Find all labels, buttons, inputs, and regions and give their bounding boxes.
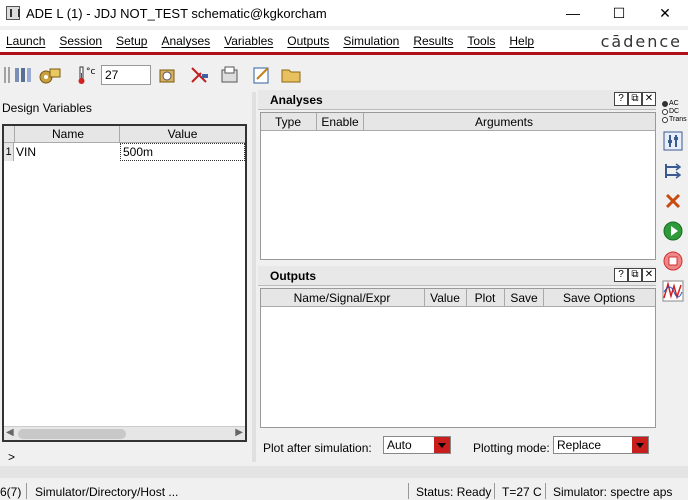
outputs-float-icon[interactable]: ⧉ bbox=[628, 268, 642, 282]
plot-after-simulation-select[interactable]: Auto bbox=[383, 436, 451, 454]
scroll-thumb[interactable] bbox=[18, 429, 126, 439]
edit-icon[interactable] bbox=[250, 64, 274, 86]
temperature-icon: °c bbox=[76, 64, 100, 86]
stop-simulation-icon[interactable] bbox=[662, 250, 684, 272]
plot-outputs-icon[interactable] bbox=[662, 280, 684, 302]
column-header-name[interactable]: Name bbox=[16, 127, 120, 141]
status-state: Status: Ready bbox=[416, 485, 492, 499]
radio-ac[interactable]: AC bbox=[662, 100, 679, 107]
column-header-save[interactable]: Save bbox=[505, 291, 543, 305]
status-path: Simulator/Directory/Host ... bbox=[35, 485, 179, 499]
app-icon bbox=[6, 6, 20, 20]
close-button[interactable]: ✕ bbox=[642, 0, 688, 26]
session-icon[interactable] bbox=[12, 64, 36, 86]
probe-icon[interactable] bbox=[188, 64, 212, 86]
plotting-mode-value: Replace bbox=[557, 438, 602, 452]
analyses-help-icon[interactable]: ? bbox=[614, 92, 628, 106]
analyses-float-icon[interactable]: ⧉ bbox=[628, 92, 642, 106]
menu-bar: Launch Session Setup Analyses Variables … bbox=[0, 30, 688, 52]
netlist-icon[interactable] bbox=[662, 160, 684, 182]
chevron-down-icon[interactable] bbox=[632, 437, 648, 453]
run-simulation-icon[interactable] bbox=[662, 220, 684, 242]
analyses-title: Analyses bbox=[270, 93, 323, 107]
open-folder-icon[interactable] bbox=[280, 64, 304, 86]
maximize-button[interactable]: ☐ bbox=[596, 0, 642, 26]
menu-setup[interactable]: Setup bbox=[116, 34, 147, 48]
plot-options-bar: Plot after simulation: Auto Plotting mod… bbox=[258, 432, 656, 462]
temp-unit-label: °c bbox=[86, 67, 96, 77]
menu-variables[interactable]: Variables bbox=[224, 34, 273, 48]
menu-simulation[interactable]: Simulation bbox=[343, 34, 399, 48]
analyses-table-header: Type Enable Arguments bbox=[261, 113, 655, 131]
column-header-save-options[interactable]: Save Options bbox=[544, 291, 654, 305]
panel-splitter[interactable] bbox=[252, 92, 256, 462]
plot-after-simulation-label: Plot after simulation: bbox=[263, 441, 372, 455]
grip-icon bbox=[2, 64, 12, 86]
cadence-logo: cādence bbox=[600, 32, 682, 51]
variable-name[interactable]: VIN bbox=[16, 145, 36, 159]
save-icon[interactable] bbox=[218, 64, 242, 86]
plotting-mode-select[interactable]: Replace bbox=[553, 436, 649, 454]
outputs-title: Outputs bbox=[270, 269, 316, 283]
load-state-icon[interactable] bbox=[38, 64, 62, 86]
design-variables-table[interactable]: Name Value 1 VIN 500m ◀ ▶ bbox=[2, 124, 247, 442]
radio-dc[interactable]: DC bbox=[662, 108, 679, 115]
analyses-panel-header: Analyses ? ⧉ ✕ bbox=[258, 90, 656, 110]
variable-value[interactable]: 500m bbox=[120, 143, 245, 161]
simulation-toolbar: AC DC Trans bbox=[658, 94, 688, 310]
scroll-left-icon[interactable]: ◀ bbox=[6, 427, 14, 438]
menu-results[interactable]: Results bbox=[413, 34, 453, 48]
menu-tools[interactable]: Tools bbox=[467, 34, 495, 48]
delete-icon[interactable] bbox=[662, 190, 684, 212]
menu-launch[interactable]: Launch bbox=[6, 34, 45, 48]
column-header-value[interactable]: Value bbox=[120, 127, 245, 141]
column-header-arguments[interactable]: Arguments bbox=[364, 115, 644, 129]
analyses-table[interactable]: Type Enable Arguments bbox=[260, 112, 656, 260]
chevron-down-icon[interactable] bbox=[434, 437, 450, 453]
radio-trans[interactable]: Trans bbox=[662, 116, 687, 123]
minimize-button[interactable]: — bbox=[550, 0, 596, 26]
tuning-icon[interactable] bbox=[662, 130, 684, 152]
column-header-plot[interactable]: Plot bbox=[467, 291, 503, 305]
status-divider bbox=[0, 466, 688, 478]
outputs-close-icon[interactable]: ✕ bbox=[642, 268, 656, 282]
setup-icon[interactable] bbox=[156, 64, 180, 86]
design-variables-title: Design Variables bbox=[2, 101, 92, 115]
outputs-table-header: Name/Signal/Expr Value Plot Save Save Op… bbox=[261, 289, 655, 307]
column-header-value[interactable]: Value bbox=[425, 291, 465, 305]
menu-analyses[interactable]: Analyses bbox=[161, 34, 210, 48]
outputs-table[interactable]: Name/Signal/Expr Value Plot Save Save Op… bbox=[260, 288, 656, 428]
plot-after-simulation-value: Auto bbox=[387, 438, 412, 452]
menu-outputs[interactable]: Outputs bbox=[287, 34, 329, 48]
accent-divider bbox=[0, 52, 688, 55]
column-header-type[interactable]: Type bbox=[261, 115, 315, 129]
title-bar: ADE L (1) - JDJ NOT_TEST schematic@kgkor… bbox=[0, 0, 688, 26]
scroll-right-icon[interactable]: ▶ bbox=[235, 427, 243, 438]
menu-help[interactable]: Help bbox=[509, 34, 534, 48]
temperature-input[interactable]: 27 bbox=[101, 65, 151, 85]
status-simulator: Simulator: spectre aps bbox=[553, 485, 673, 499]
table-header: Name Value bbox=[4, 126, 245, 143]
column-header-name-signal-expr[interactable]: Name/Signal/Expr bbox=[261, 291, 423, 305]
status-line-number: 6(7) bbox=[0, 485, 22, 499]
horizontal-scrollbar[interactable]: ◀ ▶ bbox=[4, 426, 245, 440]
outputs-help-icon[interactable]: ? bbox=[614, 268, 628, 282]
table-row[interactable]: 1 VIN 500m bbox=[4, 143, 245, 161]
menu-session[interactable]: Session bbox=[59, 34, 102, 48]
status-temperature: T=27 C bbox=[502, 485, 542, 499]
row-number: 1 bbox=[4, 143, 14, 161]
outputs-panel-header: Outputs ? ⧉ ✕ bbox=[258, 266, 656, 286]
command-prompt[interactable]: > bbox=[8, 450, 15, 464]
column-header-enable[interactable]: Enable bbox=[317, 115, 363, 129]
analyses-close-icon[interactable]: ✕ bbox=[642, 92, 656, 106]
status-bar: 6(7) Simulator/Directory/Host ... Status… bbox=[0, 482, 688, 500]
window-title: ADE L (1) - JDJ NOT_TEST schematic@kgkor… bbox=[26, 5, 327, 21]
plotting-mode-label: Plotting mode: bbox=[473, 441, 550, 455]
